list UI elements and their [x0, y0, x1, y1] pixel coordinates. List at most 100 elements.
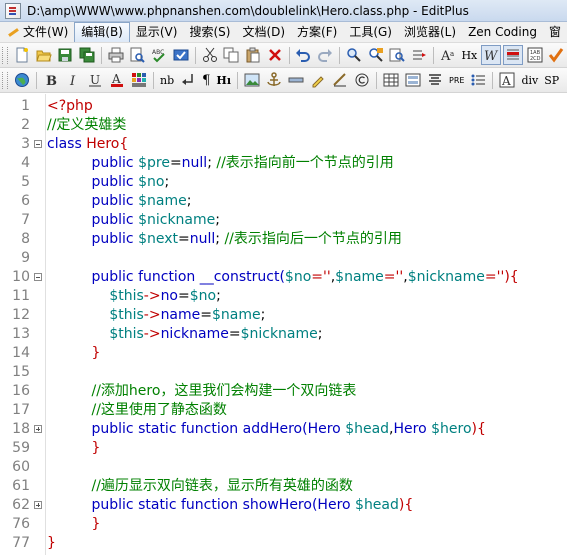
new-file-icon[interactable]	[12, 45, 32, 65]
check-icon[interactable]	[546, 45, 566, 65]
nbsp-button[interactable]: nb	[157, 70, 177, 90]
editplus-app-icon	[5, 2, 21, 19]
code-line[interactable]: 3 class Hero{	[0, 135, 567, 154]
replace-icon[interactable]	[366, 45, 386, 65]
code-line[interactable]: 11 $this->no=$no;	[0, 287, 567, 306]
save-all-icon[interactable]	[77, 45, 97, 65]
fold-collapse-icon[interactable]	[34, 273, 42, 281]
code-text: $this->no=$no;	[47, 287, 221, 306]
span-button[interactable]: SP	[541, 70, 562, 90]
code-line[interactable]: 18 public static function addHero(Hero $…	[0, 420, 567, 439]
browser-globe-icon[interactable]	[12, 70, 32, 90]
code-line[interactable]: 60	[0, 458, 567, 477]
code-token: no	[160, 288, 179, 304]
line-numbers-icon[interactable]	[502, 45, 523, 65]
font-size-icon[interactable]: Aa	[438, 45, 458, 65]
code-line[interactable]: 76 }	[0, 515, 567, 534]
pre-button[interactable]: PRE	[446, 70, 467, 90]
form-icon[interactable]	[403, 70, 423, 90]
menu-window[interactable]: 窗	[543, 23, 567, 42]
image-icon[interactable]	[242, 70, 262, 90]
menu-tools[interactable]: 工具(G)	[343, 23, 398, 42]
toolbar-separator	[237, 71, 238, 89]
code-line[interactable]: 14 }	[0, 344, 567, 363]
fold-collapse-icon[interactable]	[34, 140, 42, 148]
heading-button[interactable]: Hı	[213, 70, 234, 90]
fold-expand-icon[interactable]	[34, 425, 42, 433]
delete-icon[interactable]	[265, 45, 285, 65]
code-line[interactable]: 12 $this->name=$name;	[0, 306, 567, 325]
find-icon[interactable]	[344, 45, 364, 65]
anchor-icon[interactable]	[264, 70, 284, 90]
table-icon[interactable]	[381, 70, 401, 90]
cut-icon[interactable]	[200, 45, 220, 65]
menu-file[interactable]: 文件(W)	[17, 23, 74, 42]
ruler-icon[interactable]: 1AB 2CD	[525, 45, 545, 65]
fold-expand-icon[interactable]	[34, 501, 42, 509]
code-line[interactable]: 61 //遍历显示双向链表，显示所有英雄的函数	[0, 477, 567, 496]
code-line[interactable]: 1 <?php	[0, 97, 567, 116]
print-preview-icon[interactable]	[128, 45, 148, 65]
code-line[interactable]: 4 public $pre=null; //表示指向前一个节点的引用	[0, 154, 567, 173]
menu-zen-coding[interactable]: Zen Coding	[462, 23, 543, 42]
div-button[interactable]: div	[518, 70, 541, 90]
code-line[interactable]: 59 }	[0, 439, 567, 458]
print-icon[interactable]	[106, 45, 126, 65]
ftp-upload-icon[interactable]	[171, 45, 191, 65]
code-line[interactable]: 6 public $name;	[0, 192, 567, 211]
bold-icon[interactable]: B	[41, 70, 61, 90]
menu-search[interactable]: 搜索(S)	[183, 23, 236, 42]
paragraph-button[interactable]: ¶	[199, 70, 213, 90]
code-line[interactable]: 10 public function __construct($no='',$n…	[0, 268, 567, 287]
code-token: public	[47, 174, 139, 190]
menu-project[interactable]: 方案(F)	[291, 23, 343, 42]
word-wrap-icon[interactable]: W	[481, 45, 501, 65]
font-tag-icon[interactable]: A	[497, 70, 517, 90]
underline-icon[interactable]: U	[85, 70, 105, 90]
toolbar-grip[interactable]	[2, 46, 8, 64]
comment-icon[interactable]	[330, 70, 350, 90]
code-line[interactable]: 9	[0, 249, 567, 268]
goto-line-icon[interactable]	[409, 45, 429, 65]
menu-edit[interactable]: 编辑(B)	[74, 22, 130, 42]
menu-view[interactable]: 显示(V)	[130, 23, 184, 42]
code-token: public function	[47, 269, 200, 285]
highlight-icon[interactable]	[308, 70, 328, 90]
code-token: showHero(	[242, 497, 318, 513]
code-line[interactable]: 2 //定义英雄类	[0, 116, 567, 135]
menu-browser[interactable]: 浏览器(L)	[398, 23, 462, 42]
save-icon[interactable]	[55, 45, 75, 65]
code-line[interactable]: 8 public $next=null; //表示指向后一个节点的引用	[0, 230, 567, 249]
code-line[interactable]: 13 $this->nickname=$nickname;	[0, 325, 567, 344]
color-picker-icon[interactable]	[129, 70, 149, 90]
undo-icon[interactable]	[294, 45, 314, 65]
paste-icon[interactable]	[243, 45, 263, 65]
code-token: ;	[215, 212, 220, 228]
list-icon[interactable]	[468, 70, 488, 90]
code-line[interactable]: 16 //添加hero，这里我们会构建一个双向链表	[0, 382, 567, 401]
code-text: }	[47, 515, 101, 534]
spell-check-icon[interactable]: ABC	[149, 45, 169, 65]
code-line[interactable]: 77}	[0, 534, 567, 553]
code-line[interactable]: 62 public static function showHero(Hero …	[0, 496, 567, 515]
code-editor[interactable]: 1 <?php 2//定义英雄类 3 class Hero{4 public $pre=…	[0, 94, 567, 555]
hex-viewer-icon[interactable]: Hx	[460, 45, 480, 65]
code-line[interactable]: 17 //这里使用了静态函数	[0, 401, 567, 420]
code-line[interactable]: 5 public $no;	[0, 173, 567, 192]
code-line[interactable]: 15	[0, 363, 567, 382]
code-line[interactable]: 7 public $nickname;	[0, 211, 567, 230]
copyright-icon[interactable]	[352, 70, 372, 90]
line-break-icon[interactable]	[178, 70, 198, 90]
horizontal-rule-icon[interactable]	[286, 70, 306, 90]
copy-icon[interactable]	[221, 45, 241, 65]
align-center-icon[interactable]	[425, 70, 445, 90]
code-token: public	[47, 212, 139, 228]
redo-icon[interactable]	[315, 45, 335, 65]
find-in-files-icon[interactable]	[387, 45, 407, 65]
font-color-icon[interactable]: A	[107, 70, 127, 90]
toolbar-grip[interactable]	[2, 71, 8, 89]
open-folder-icon[interactable]	[34, 45, 54, 65]
italic-icon[interactable]: I	[63, 70, 83, 90]
code-token: name	[160, 307, 201, 323]
menu-document[interactable]: 文档(D)	[236, 23, 291, 42]
